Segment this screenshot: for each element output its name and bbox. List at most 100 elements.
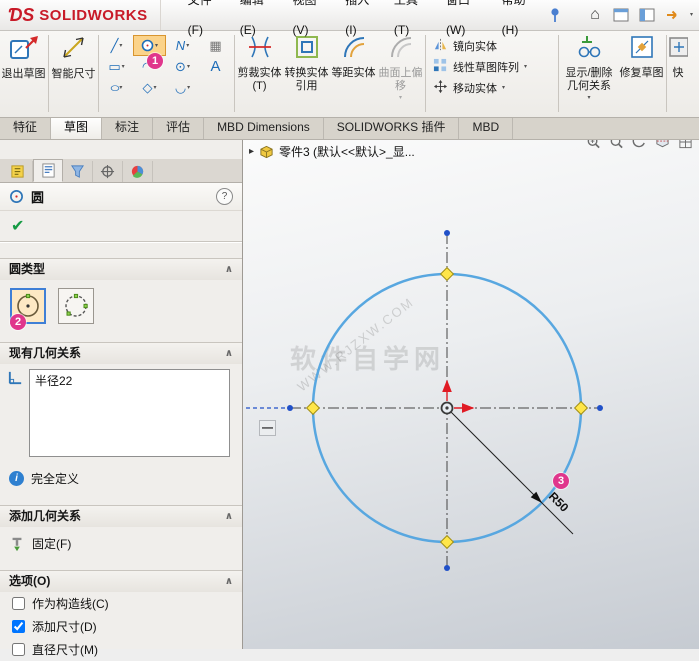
solidworks-logo: ƊS SOLIDWORKS (0, 0, 161, 30)
circle-type-options (0, 280, 242, 332)
tree-expand-icon[interactable]: ▸ (249, 146, 254, 157)
window-cascade-icon[interactable] (612, 5, 630, 25)
point-tool[interactable]: ⊙ ▾ (166, 56, 199, 77)
option-checkbox-1[interactable] (12, 620, 25, 633)
tab-mbd[interactable]: MBD (459, 117, 514, 139)
ellipse-tool[interactable]: ○ ▾ (100, 77, 133, 98)
smart-dimension-button[interactable]: 智能尺寸 (50, 30, 97, 117)
panel-header: 圆 ? (0, 183, 242, 211)
configurationmanager-tab[interactable] (63, 161, 93, 182)
displaymanager-tab[interactable] (123, 161, 153, 182)
quadrant-marker[interactable] (439, 266, 455, 282)
options-caret-icon[interactable]: ▾ (690, 12, 693, 18)
fix-relation-button[interactable]: 固定(F) (0, 527, 242, 554)
existing-relations-content: 半径22 (0, 364, 242, 461)
ribbon-separator (48, 35, 49, 112)
option-checkbox-0[interactable] (12, 597, 25, 610)
graphics-viewport[interactable]: ▸ 零件3 (默认<<默认>_显... 软件自学网 WWW.RJZXW.COM (243, 139, 699, 649)
tab-markup[interactable]: 标注 (102, 117, 154, 139)
panel-tab-strip (0, 159, 242, 183)
repair-sketch-button[interactable]: 修复草图 (618, 30, 665, 117)
options-section-header[interactable]: 选项(O) ∧ (0, 570, 242, 592)
add-relations-section-header[interactable]: 添加几何关系 ∧ (0, 505, 242, 527)
linear-pattern-icon (433, 58, 448, 76)
tab-mbd-dimensions[interactable]: MBD Dimensions (204, 117, 324, 139)
menu-file[interactable]: 文件(F) (179, 0, 231, 45)
relations-listbox[interactable]: 半径22 (29, 369, 230, 457)
help-icon[interactable]: ? (216, 188, 233, 205)
circle-type-section-header[interactable]: 圆类型 ∧ (0, 258, 242, 280)
option-checkbox-2[interactable] (12, 643, 25, 656)
home-icon[interactable]: ⌂ (586, 5, 604, 25)
sketch-canvas[interactable]: R50 (243, 139, 699, 649)
line-tool[interactable]: ╱ ▾ (100, 35, 133, 56)
zoom-fit-icon[interactable] (586, 139, 601, 155)
polygon-tool[interactable]: ◇ ▾ (133, 77, 166, 98)
menubar-icon-group: ⌂ ▾ (546, 5, 699, 25)
menu-window[interactable]: 窗口(W) (437, 0, 493, 45)
feature-tree-header[interactable]: ▸ 零件3 (默认<<默认>_显... (249, 143, 415, 160)
ribbon-separator (98, 35, 99, 112)
construction-line-label: 作为构造线(C) (32, 597, 109, 611)
clipped-ribbon-button[interactable]: 快 (668, 30, 688, 117)
existing-relations-label: 现有几何关系 (9, 346, 82, 360)
collapse-chevron-icon: ∧ (224, 576, 233, 587)
perimeter-circle-button[interactable] (58, 288, 94, 324)
menu-tools[interactable]: 工具(T) (385, 0, 437, 45)
menu-view[interactable]: 视图(V) (284, 0, 337, 45)
menu-insert[interactable]: 插入(I) (336, 0, 385, 45)
display-delete-relations-icon (576, 34, 603, 65)
view-orientation-icon[interactable] (678, 139, 693, 155)
exit-sketch-button[interactable]: 退出草图 (0, 30, 47, 117)
fillet-tool[interactable]: ◡ ▾ (166, 77, 199, 98)
relation-item[interactable]: 半径22 (35, 374, 72, 388)
text-tool[interactable]: A (199, 56, 232, 77)
pushpin-icon[interactable] (546, 5, 564, 25)
convert-entities-label: 转换实体引用 (284, 67, 329, 92)
window-panels-icon[interactable] (638, 5, 656, 25)
heads-up-view-toolbar (586, 139, 693, 155)
part-name: 零件3 (默认<<默认>_显... (279, 145, 415, 159)
collapse-chevron-icon: ∧ (224, 348, 233, 359)
tab-solidworks-addins[interactable]: SOLIDWORKS 插件 (324, 117, 460, 139)
ribbon-separator (234, 35, 235, 112)
propertymanager-tab[interactable] (33, 159, 63, 182)
move-entities-button[interactable]: 移动实体 ▾ (433, 79, 553, 96)
circle-tool[interactable]: ▾ (133, 35, 166, 56)
smart-dimension-icon (60, 34, 87, 66)
linear-pattern-button[interactable]: 线性草图阵列 ▾ (433, 58, 553, 75)
featuremanager-tab[interactable] (3, 161, 33, 182)
exit-sketch-icon (9, 34, 39, 66)
info-icon: i (9, 471, 24, 486)
step-badge-3: 3 (553, 473, 569, 489)
endpoint-marker[interactable] (444, 565, 450, 571)
radius-dimension-line[interactable] (446, 407, 574, 535)
tab-sketch[interactable]: 草图 (51, 117, 103, 139)
endpoint-marker[interactable] (597, 405, 603, 411)
circle-tool-icon (141, 39, 154, 52)
quadrant-marker[interactable] (573, 400, 589, 416)
dimxpertmanager-tab[interactable] (93, 161, 123, 182)
tab-evaluate[interactable]: 评估 (153, 117, 205, 139)
ok-button[interactable]: ✔ (11, 216, 24, 236)
tab-features[interactable]: 特征 (0, 117, 52, 139)
endpoint-marker[interactable] (287, 405, 293, 411)
linear-pattern-label: 线性草图阵列 (453, 61, 519, 74)
construction-line-option: 作为构造线(C) (0, 592, 242, 615)
definition-status: 完全定义 (31, 472, 80, 486)
circle-type-label: 圆类型 (9, 262, 46, 276)
previous-view-icon[interactable] (632, 139, 647, 155)
horizontal-relation-marker: — (259, 420, 276, 436)
dimxpertmanager-icon (100, 164, 115, 179)
rectangle-tool[interactable]: ▭ ▾ (100, 56, 133, 77)
existing-relations-section-header[interactable]: 现有几何关系 ∧ (0, 342, 242, 364)
display-delete-relations-button[interactable]: 显示/删除几何关系 ▾ (560, 30, 618, 117)
menu-help[interactable]: 帮助(H) (493, 0, 546, 45)
endpoint-marker[interactable] (444, 230, 450, 236)
options-forward-icon[interactable] (664, 5, 682, 25)
menu-edit[interactable]: 编辑(E) (231, 0, 284, 45)
section-view-icon[interactable] (655, 139, 670, 155)
quadrant-marker[interactable] (439, 534, 455, 550)
zoom-area-icon[interactable] (609, 139, 624, 155)
quadrant-marker[interactable] (305, 400, 321, 416)
